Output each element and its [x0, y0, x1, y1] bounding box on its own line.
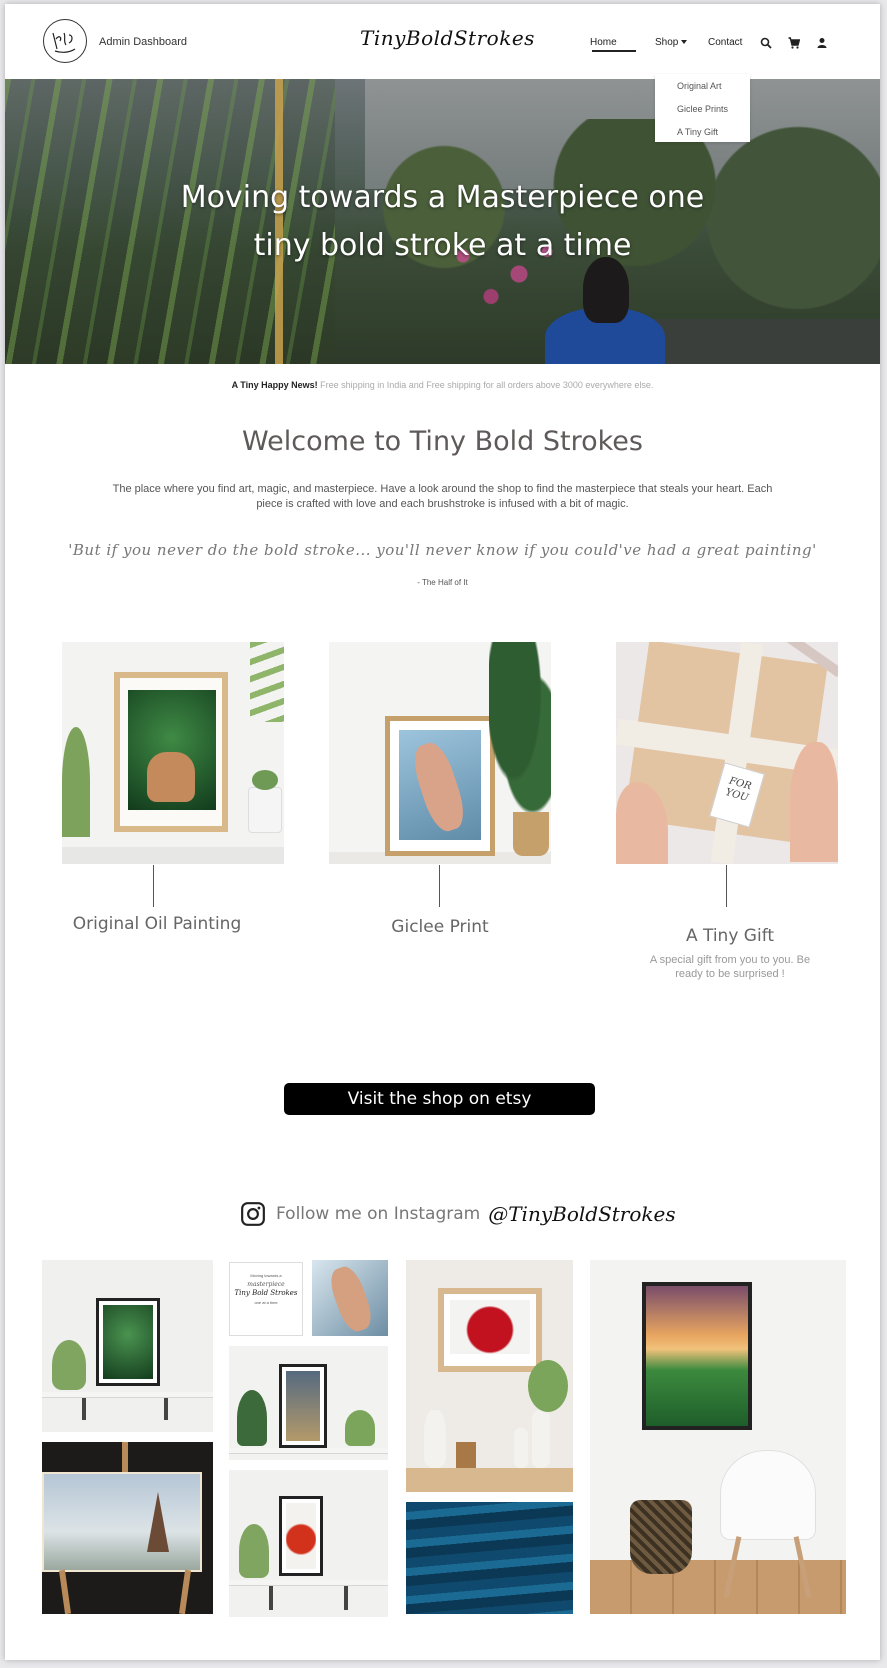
- search-icon[interactable]: [760, 37, 772, 49]
- welcome-title: Welcome to Tiny Bold Strokes: [242, 426, 643, 457]
- quote-source: - The Half of It: [417, 578, 468, 587]
- instagram-icon: [241, 1202, 265, 1226]
- chevron-down-icon: [681, 40, 688, 45]
- product-title-original-oil[interactable]: Original Oil Painting: [62, 914, 252, 934]
- instagram-post[interactable]: [590, 1260, 846, 1614]
- dropdown-item-original-art[interactable]: Original Art: [677, 81, 722, 91]
- instagram-follow-text: Follow me on Instagram: [276, 1204, 481, 1224]
- product-title-giclee[interactable]: Giclee Print: [345, 917, 535, 937]
- instagram-post[interactable]: [406, 1260, 573, 1492]
- product-image-giclee[interactable]: [329, 642, 551, 864]
- product-divider-3: [726, 865, 727, 907]
- logo-signature-icon: [52, 32, 76, 53]
- product-desc-tiny-gift: A special gift from you to you. Be ready…: [649, 954, 811, 980]
- shop-dropdown-menu: Original Art Giclee Prints A Tiny Gift: [655, 74, 750, 142]
- hero-line-2: tiny bold stroke at a time: [253, 228, 632, 263]
- product-divider-2: [439, 865, 440, 907]
- news-label: A Tiny Happy News!: [231, 380, 318, 390]
- nav-shop[interactable]: Shop: [655, 37, 688, 48]
- teaser-line-1: Moving towards a: [250, 1273, 282, 1278]
- nav-shop-label: Shop: [655, 37, 679, 48]
- welcome-quote: 'But if you never do the bold stroke... …: [68, 541, 817, 559]
- dropdown-item-giclee-prints[interactable]: Giclee Prints: [677, 104, 728, 114]
- hero-line-1: Moving towards a Masterpiece one: [180, 180, 705, 215]
- news-text: Free shipping in India and Free shipping…: [320, 380, 654, 390]
- cart-icon[interactable]: [788, 37, 800, 49]
- visit-etsy-button[interactable]: Visit the shop on etsy: [284, 1083, 595, 1115]
- product-image-tiny-gift[interactable]: FOR YOU: [616, 642, 838, 864]
- instagram-handle[interactable]: @TinyBoldStrokes: [488, 1202, 675, 1226]
- product-divider-1: [153, 865, 154, 907]
- instagram-follow[interactable]: Follow me on Instagram @TinyBoldStrokes: [240, 1194, 676, 1234]
- shipping-news: A Tiny Happy News! Free shipping in Indi…: [5, 380, 880, 390]
- instagram-post[interactable]: [42, 1260, 213, 1432]
- instagram-post[interactable]: [42, 1442, 213, 1614]
- product-image-original-oil[interactable]: [62, 642, 284, 864]
- instagram-post[interactable]: [406, 1502, 573, 1614]
- teaser-line-2: masterpiece: [247, 1281, 285, 1288]
- instagram-post[interactable]: [229, 1346, 388, 1460]
- dropdown-item-tiny-gift[interactable]: A Tiny Gift: [677, 127, 718, 137]
- brand-wordmark[interactable]: TinyBoldStrokes: [360, 26, 534, 50]
- product-title-tiny-gift[interactable]: A Tiny Gift: [635, 926, 825, 946]
- nav-home-underline: [592, 50, 636, 52]
- welcome-intro: The place where you find art, magic, and…: [112, 483, 773, 510]
- instagram-post[interactable]: [229, 1470, 388, 1617]
- teaser-line-4: one at a time: [254, 1300, 278, 1305]
- nav-contact[interactable]: Contact: [708, 37, 742, 48]
- instagram-post[interactable]: [312, 1260, 388, 1336]
- user-icon[interactable]: [816, 37, 828, 49]
- site-header: Admin Dashboard TinyBoldStrokes Home Sho…: [5, 4, 880, 79]
- site-logo[interactable]: [43, 19, 87, 63]
- instagram-post-teaser[interactable]: Moving towards a masterpiece Tiny Bold S…: [229, 1262, 303, 1336]
- page-frame: Admin Dashboard TinyBoldStrokes Home Sho…: [5, 4, 880, 1660]
- hero-headline: Moving towards a Masterpiece one tiny bo…: [5, 174, 880, 270]
- teaser-line-3: Tiny Bold Strokes: [234, 1289, 298, 1297]
- nav-home[interactable]: Home: [590, 37, 617, 48]
- admin-dashboard-link[interactable]: Admin Dashboard: [99, 36, 187, 48]
